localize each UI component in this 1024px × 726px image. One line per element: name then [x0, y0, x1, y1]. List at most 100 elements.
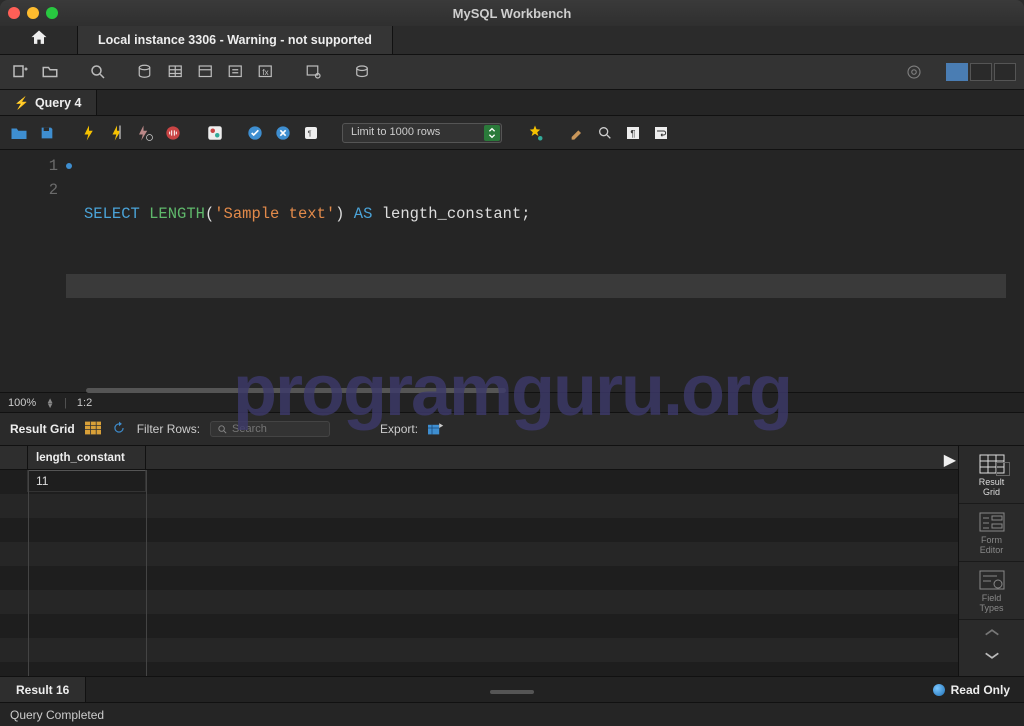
editor-code[interactable]: SELECT LENGTH('Sample text') AS length_c…: [66, 150, 1006, 392]
result-tabbar: Result 16 Read Only: [0, 676, 1024, 702]
result-toolbar: Result Grid Filter Rows: Export:: [0, 412, 1024, 446]
execute-current-icon[interactable]: [106, 122, 128, 144]
editor-gutter: 1 2: [0, 150, 66, 392]
horizontal-scrollbar[interactable]: [86, 388, 506, 393]
toggle-sidebar-button[interactable]: [946, 63, 968, 81]
maximize-panel-icon[interactable]: [996, 462, 1010, 476]
create-schema-icon[interactable]: [134, 60, 158, 84]
zoom-stepper[interactable]: ▲▼: [46, 398, 54, 408]
expand-arrow-icon[interactable]: ▶: [944, 450, 956, 470]
find-icon[interactable]: [594, 122, 616, 144]
minimize-window-button[interactable]: [27, 7, 39, 19]
semicolon: ;: [521, 205, 530, 223]
form-editor-panel-button[interactable]: Form Editor: [959, 504, 1024, 562]
cursor-position: 1:2: [77, 397, 92, 409]
row-index-cell: [0, 470, 28, 492]
save-file-icon[interactable]: [36, 122, 58, 144]
toggle-autocommit-icon[interactable]: [204, 122, 226, 144]
svg-text:fx: fx: [262, 68, 269, 77]
traffic-lights: [8, 7, 58, 19]
stripe-row: [0, 638, 958, 662]
explain-icon[interactable]: [134, 122, 156, 144]
stop-icon[interactable]: [162, 122, 184, 144]
result-area: ▶ length_constant 11 Result Grid: [0, 446, 1024, 676]
statusbar: Query Completed: [0, 702, 1024, 726]
result-grid-icon[interactable]: [85, 421, 101, 438]
search-table-data-icon[interactable]: [302, 60, 326, 84]
function-length: LENGTH: [149, 205, 205, 223]
toggle-output-button[interactable]: [994, 63, 1016, 81]
settings-gear-icon[interactable]: [902, 60, 926, 84]
execute-icon[interactable]: [78, 122, 100, 144]
reconnect-icon[interactable]: [350, 60, 374, 84]
query-tab-label: Query 4: [35, 96, 82, 110]
close-window-button[interactable]: [8, 7, 20, 19]
limit-rows-label: Limit to 1000 rows: [342, 123, 502, 143]
toggle-secondary-button[interactable]: [970, 63, 992, 81]
paren: (: [205, 205, 214, 223]
filter-rows-input[interactable]: [210, 421, 330, 437]
stripe-row: [0, 566, 958, 588]
create-procedure-icon[interactable]: [224, 60, 248, 84]
grid-corner: [0, 446, 28, 469]
open-sql-icon[interactable]: [38, 60, 62, 84]
status-text: Query Completed: [10, 708, 104, 722]
field-types-panel-button[interactable]: Field Types: [959, 562, 1024, 620]
panel-label: Field Types: [979, 593, 1003, 613]
scroll-down-icon[interactable]: [959, 644, 1024, 668]
keyword-as: AS: [354, 205, 373, 223]
invisible-chars-icon[interactable]: ¶: [622, 122, 644, 144]
brush-icon[interactable]: [566, 122, 588, 144]
result-grid: ▶ length_constant 11: [0, 446, 958, 676]
stripe-row: [0, 494, 958, 518]
open-file-icon[interactable]: [8, 122, 30, 144]
stripe-row: [0, 614, 958, 636]
inspector-icon[interactable]: [86, 60, 110, 84]
result-tab-label: Result 16: [16, 683, 69, 697]
toggle-whitespace-icon[interactable]: ¶: [300, 122, 322, 144]
new-sql-tab-icon[interactable]: [8, 60, 32, 84]
zoom-window-button[interactable]: [46, 7, 58, 19]
table-row[interactable]: 11: [0, 470, 958, 492]
home-tab[interactable]: [0, 26, 78, 54]
data-cell[interactable]: 11: [28, 470, 146, 492]
line-number: 1: [49, 157, 58, 175]
home-icon: [29, 28, 49, 53]
create-function-icon[interactable]: fx: [254, 60, 278, 84]
panel-drag-handle[interactable]: [490, 690, 534, 694]
scroll-up-icon[interactable]: [959, 620, 1024, 644]
panel-label: Form Editor: [980, 535, 1004, 555]
result-grid-panel-button[interactable]: Result Grid: [959, 446, 1024, 504]
statement-marker-icon: [66, 163, 72, 169]
column-header[interactable]: length_constant: [28, 446, 146, 469]
result-grid-label: Result Grid: [10, 422, 75, 436]
string-literal: 'Sample text': [214, 205, 335, 223]
stripe-row: [0, 590, 958, 614]
export-icon[interactable]: [428, 421, 444, 438]
stripe-row: [0, 542, 958, 566]
limit-rows-select[interactable]: Limit to 1000 rows: [342, 123, 502, 143]
connection-tab[interactable]: Local instance 3306 - Warning - not supp…: [78, 26, 393, 54]
export-label: Export:: [380, 422, 418, 436]
rollback-icon[interactable]: [272, 122, 294, 144]
sql-editor[interactable]: 1 2 SELECT LENGTH('Sample text') AS leng…: [0, 150, 1024, 392]
commit-icon[interactable]: [244, 122, 266, 144]
create-view-icon[interactable]: [194, 60, 218, 84]
line-number: 2: [49, 181, 58, 199]
query-tabbar: ⚡ Query 4: [0, 90, 1024, 116]
connection-tabbar: Local instance 3306 - Warning - not supp…: [0, 26, 1024, 54]
result-side-panels: Result Grid Form Editor Field Types: [958, 446, 1024, 676]
paren: ): [335, 205, 344, 223]
zoom-percent: 100%: [8, 397, 36, 409]
create-table-icon[interactable]: [164, 60, 188, 84]
query-tab[interactable]: ⚡ Query 4: [0, 90, 97, 115]
read-only-icon: [933, 684, 945, 696]
main-toolbar: fx: [0, 54, 1024, 90]
filter-rows-label: Filter Rows:: [137, 422, 200, 436]
refresh-icon[interactable]: [111, 421, 127, 438]
beautify-icon[interactable]: [524, 122, 546, 144]
filter-rows-field[interactable]: [232, 423, 312, 435]
wrap-lines-icon[interactable]: [650, 122, 672, 144]
grid-body[interactable]: 11: [0, 470, 958, 676]
result-tab[interactable]: Result 16: [0, 677, 86, 702]
